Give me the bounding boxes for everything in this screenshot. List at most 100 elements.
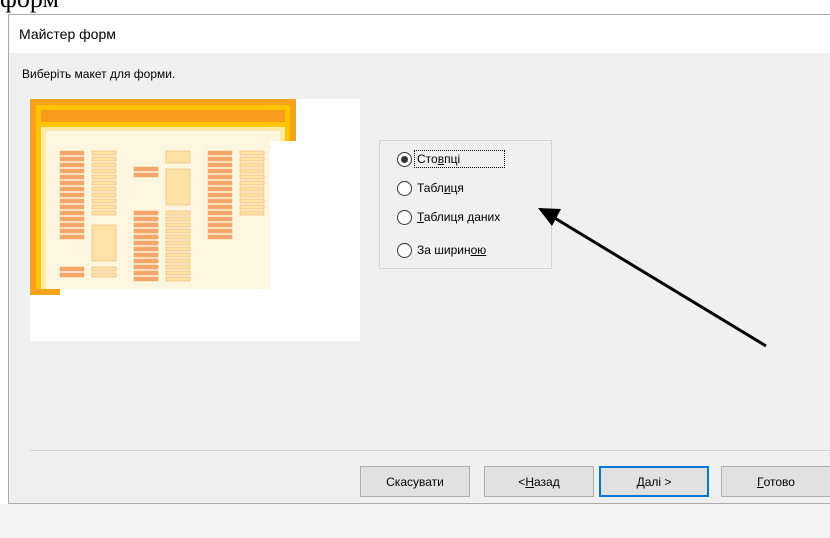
preview-field-bar (207, 162, 233, 168)
preview-field-bar (91, 210, 117, 216)
preview-field-bar (165, 222, 191, 228)
preview-field-bar (165, 246, 191, 252)
preview-field-bar (239, 162, 265, 168)
preview-field-bar (91, 168, 117, 174)
preview-field-bar (91, 192, 117, 198)
background-strip (0, 504, 830, 538)
preview-field-bar (59, 150, 85, 156)
preview-field-bar (133, 228, 159, 234)
radio-justified[interactable] (397, 242, 412, 258)
preview-field-bar (239, 198, 265, 204)
next-button[interactable]: Далі > (599, 466, 709, 497)
instruction-text: Виберіть макет для форми. (22, 67, 176, 81)
preview-field-bar (207, 150, 233, 156)
preview-field-bar (59, 266, 85, 272)
preview-field-bar (207, 186, 233, 192)
preview-field-bar (239, 156, 265, 162)
preview-field-bar (91, 266, 117, 272)
preview-field-bar (59, 216, 85, 222)
preview-field-bar (239, 204, 265, 210)
preview-field-bar (59, 228, 85, 234)
preview-field-bar (165, 216, 191, 222)
preview-field-bar (207, 198, 233, 204)
title-bar: Майстер форм (9, 15, 830, 53)
preview-field-bar (59, 168, 85, 174)
preview-field-bar (239, 174, 265, 180)
preview-field-bar (207, 180, 233, 186)
preview-field-bar (207, 168, 233, 174)
preview-field-bar (59, 180, 85, 186)
option-columnar[interactable]: Стовпці (397, 149, 506, 169)
preview-field-bar (165, 270, 191, 276)
preview-field-bar (165, 264, 191, 270)
form-wizard-dialog: Майстер форм Виберіть макет для форми. С… (8, 14, 830, 504)
option-columnar-label: Стовпці (413, 150, 506, 168)
option-datasheet[interactable]: Таблиця даних (397, 207, 502, 227)
preview-field-bar (59, 192, 85, 198)
preview-field-bar (59, 204, 85, 210)
preview-field-bar (207, 222, 233, 228)
preview-field-bar (59, 186, 85, 192)
option-justified[interactable]: За шириною (397, 240, 488, 260)
page-heading-fragment: форм (0, 0, 59, 14)
preview-field-bar (59, 156, 85, 162)
preview-field-bar (207, 192, 233, 198)
preview-field-bar (239, 180, 265, 186)
preview-field-bar (91, 186, 117, 192)
preview-field-bar (91, 224, 117, 262)
preview-field-bar (133, 166, 159, 172)
preview-field-bar (165, 150, 191, 164)
preview-field-bar (133, 240, 159, 246)
option-datasheet-label: Таблиця даних (417, 210, 501, 224)
preview-field-bar (207, 234, 233, 240)
preview-field-bar (207, 228, 233, 234)
preview-field-bar (239, 210, 265, 216)
preview-field-bar (133, 172, 159, 178)
preview-field-bar (207, 174, 233, 180)
preview-field-bar (239, 168, 265, 174)
preview-field-bar (207, 204, 233, 210)
preview-field-bar (133, 276, 159, 282)
preview-field-bar (165, 258, 191, 264)
preview-field-bar (165, 210, 191, 216)
preview-field-bar (91, 174, 117, 180)
preview-field-bar (207, 210, 233, 216)
preview-field-bar (133, 270, 159, 276)
preview-field-bar (91, 150, 117, 156)
preview-field-bar (133, 222, 159, 228)
layout-options-group: Стовпці Таблиця Таблиця даних За шириною (379, 140, 552, 269)
window-title: Майстер форм (19, 26, 116, 42)
radio-tabular[interactable] (397, 180, 412, 196)
preview-field-bar (133, 210, 159, 216)
preview-field-bar (133, 246, 159, 252)
button-separator (30, 450, 830, 451)
preview-field-bar (239, 192, 265, 198)
preview-field-bar (165, 240, 191, 246)
preview-field-bar (133, 216, 159, 222)
preview-field-bar (91, 272, 117, 278)
preview-panel-bottom (46, 281, 270, 289)
preview-field-bar (59, 210, 85, 216)
back-button[interactable]: < Назад (484, 466, 594, 497)
preview-field-bar (165, 168, 191, 206)
preview-field-bar (59, 198, 85, 204)
preview-field-bar (207, 156, 233, 162)
preview-field-bar (133, 234, 159, 240)
preview-field-bar (239, 150, 265, 156)
radio-columnar[interactable] (397, 151, 412, 167)
preview-field-bar (165, 234, 191, 240)
preview-field-bar (59, 174, 85, 180)
preview-field-bar (133, 264, 159, 270)
preview-field-bar (91, 198, 117, 204)
cancel-button[interactable]: Скасувати (360, 466, 470, 497)
preview-field-bar (165, 276, 191, 282)
radio-datasheet[interactable] (397, 209, 412, 225)
preview-field-bar (165, 252, 191, 258)
preview-field-bar (59, 234, 85, 240)
preview-field-bar (239, 186, 265, 192)
preview-header-bar (41, 110, 285, 122)
finish-button[interactable]: Готово (721, 466, 830, 497)
option-tabular[interactable]: Таблиця (397, 178, 466, 198)
preview-field-bar (59, 162, 85, 168)
preview-cutout-bottom (30, 289, 360, 341)
